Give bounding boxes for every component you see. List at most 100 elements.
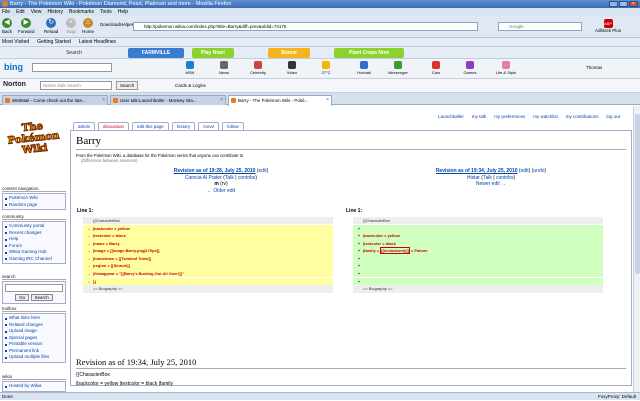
user-name[interactable]: Thomas — [586, 65, 602, 70]
minimize-button[interactable]: _ — [609, 1, 618, 7]
tab-barry[interactable]: Barry - The Pokémon Wiki - Poké... × — [228, 95, 332, 106]
link-my-preferences[interactable]: my preferences — [494, 114, 525, 119]
diff-text: |textcolor = black — [363, 240, 396, 246]
menu-bookmarks[interactable]: Bookmarks — [69, 8, 94, 16]
left-talk-link[interactable]: Talk — [225, 175, 234, 181]
sidebar-link-random-page[interactable]: Random page — [5, 202, 63, 209]
bookmark-getting-started[interactable]: Getting Started — [37, 38, 71, 46]
tab-move[interactable]: move — [198, 122, 220, 130]
play-now-button[interactable]: Play Now! — [192, 48, 234, 58]
right-edit-link[interactable]: edit — [521, 168, 529, 174]
bing-toolbar: bing MSN News Celebrity Video 27°C Hotma… — [0, 59, 640, 79]
tab-webmail[interactable]: WebMail - Come check out the late... × — [2, 95, 108, 105]
address-bar[interactable]: http://pokemon.wikia.com/index.php?title… — [133, 22, 478, 31]
toolbox-box: toolbox What links here Related changes … — [2, 306, 66, 363]
back-button[interactable]: ◀ Back — [2, 18, 12, 34]
link-launchballer[interactable]: Launchballer — [438, 114, 464, 119]
sidebar-link-hosted-by-wikia[interactable]: Hosted by Wikia — [5, 383, 63, 390]
wiki-search-input[interactable] — [5, 284, 63, 292]
pokemon-wiki-logo[interactable]: The Pokémon Wiki — [1, 119, 67, 165]
news-button[interactable]: News — [212, 61, 236, 75]
maximize-button[interactable]: □ — [619, 1, 628, 7]
search-input[interactable]: Google — [498, 22, 582, 31]
cards-logins-button[interactable]: Cards & Logins — [175, 81, 206, 90]
scrollbar-thumb[interactable] — [635, 114, 640, 274]
diff-row: {{CharacterBox — [353, 217, 603, 225]
sidebar-link-irc[interactable]: Gaming IRC Channel — [5, 256, 63, 263]
games-button[interactable]: Games — [458, 61, 482, 75]
right-talk-link[interactable]: Talk — [483, 175, 492, 181]
menu-file[interactable]: File — [2, 8, 10, 16]
video-button[interactable]: Video — [280, 61, 304, 75]
right-user-link[interactable]: Histar — [467, 175, 480, 181]
toolbar-search-label[interactable]: Search — [60, 48, 88, 58]
older-edit-link[interactable]: ← Older edit — [207, 188, 235, 194]
newer-edit-link[interactable]: Newer edit → — [476, 181, 506, 187]
downloadhelper-button[interactable]: DownloadHelper — [100, 22, 133, 27]
diff-row: + |textcolor = black — [353, 239, 603, 248]
celebrity-button[interactable]: Celebrity — [246, 61, 270, 75]
link-my-talk[interactable]: my talk — [472, 114, 486, 119]
link-my-watchlist[interactable]: my watchlist — [533, 114, 558, 119]
link-my-contributions[interactable]: my contributions — [566, 114, 599, 119]
page-content: The Pokémon Wiki content navigation Poké… — [0, 106, 640, 392]
diff-marker: + — [357, 248, 361, 254]
diff-text: {{CharacterBox — [363, 218, 391, 223]
menu-edit[interactable]: Edit — [16, 8, 25, 16]
norton-toolbar: Norton Norton Safe Search Search Cards &… — [0, 79, 640, 93]
close-tab-icon[interactable]: × — [102, 96, 105, 105]
right-contribs-link[interactable]: contribs — [496, 175, 514, 181]
tab-edit-page[interactable]: edit this page — [132, 122, 169, 130]
plant-crops-button[interactable]: Plant Crops Now — [334, 48, 404, 58]
sidebar-link-upload-multiple[interactable]: Upload multiple files — [5, 354, 63, 361]
diff-row: {{CharacterBox — [83, 217, 333, 225]
menu-tools[interactable]: Tools — [100, 8, 112, 16]
tab-history[interactable]: history — [171, 122, 196, 130]
left-revision-link[interactable]: Revision as of 19:28, July 25, 2010 — [174, 168, 256, 174]
bing-search-input[interactable] — [32, 63, 112, 72]
left-edit-link[interactable]: edit — [259, 168, 267, 174]
diff-marker: + — [357, 263, 361, 269]
edit-summary: (rv) — [220, 181, 228, 187]
norton-search-input[interactable]: Norton Safe Search — [40, 81, 112, 90]
bookmark-most-visited[interactable]: Most Visited — [2, 38, 29, 46]
menu-view[interactable]: View — [31, 8, 42, 16]
undo-link[interactable]: undo — [533, 168, 544, 174]
right-revision-link[interactable]: Revision as of 19:34, July 25, 2010 — [436, 168, 518, 174]
close-button[interactable]: × — [629, 1, 638, 7]
search-button[interactable]: Search — [30, 294, 53, 301]
close-tab-icon[interactable]: × — [326, 96, 329, 105]
tab-bar: WebMail - Come check out the late... × Us… — [0, 93, 640, 106]
life-style-button[interactable]: Life & Style — [494, 61, 518, 75]
left-user-link[interactable]: Ciencia Al Poder — [185, 175, 222, 181]
link-log-out[interactable]: log out — [606, 114, 620, 119]
menu-history[interactable]: History — [47, 8, 63, 16]
left-contribs-link[interactable]: contribs — [238, 175, 256, 181]
bonus-button[interactable]: Bonus — [268, 48, 310, 58]
right-revision-header: Revision as of 19:34, July 25, 2010 (edi… — [435, 168, 547, 187]
cars-button[interactable]: Cars — [424, 61, 448, 75]
adblock-button[interactable]: ABP Adblock Plus — [595, 19, 621, 33]
bookmark-latest-headlines[interactable]: Latest Headlines — [79, 38, 116, 46]
tab-user-talk[interactable]: User talk:Launchballer - Monkey Isla... × — [110, 95, 226, 105]
stop-button[interactable]: × Stop — [66, 18, 76, 34]
go-button[interactable]: Go — [15, 294, 30, 301]
menu-help[interactable]: Help — [118, 8, 128, 16]
weather-button[interactable]: 27°C — [314, 61, 338, 75]
home-icon: ⌂ — [83, 18, 93, 28]
tab-follow[interactable]: follow — [222, 122, 244, 130]
diff-text: == Biography == — [363, 286, 393, 292]
page-scrollbar[interactable] — [633, 106, 640, 392]
norton-search-button[interactable]: Search — [116, 81, 139, 90]
tab-discussion[interactable]: discussion — [98, 122, 130, 130]
messenger-icon — [394, 61, 402, 69]
messenger-button[interactable]: Messenger — [386, 61, 410, 75]
close-tab-icon[interactable]: × — [220, 96, 223, 105]
msn-button[interactable]: MSN — [178, 61, 202, 75]
forward-button[interactable]: ▶ Forward — [18, 18, 35, 34]
home-button[interactable]: ⌂ Home — [82, 18, 94, 34]
reload-button[interactable]: ↻ Reload — [44, 18, 58, 34]
hotmail-button[interactable]: Hotmail — [352, 61, 376, 75]
tab-article[interactable]: article — [73, 122, 96, 130]
revision-heading: Revision as of 19:34, July 25, 2010 — [76, 357, 197, 367]
